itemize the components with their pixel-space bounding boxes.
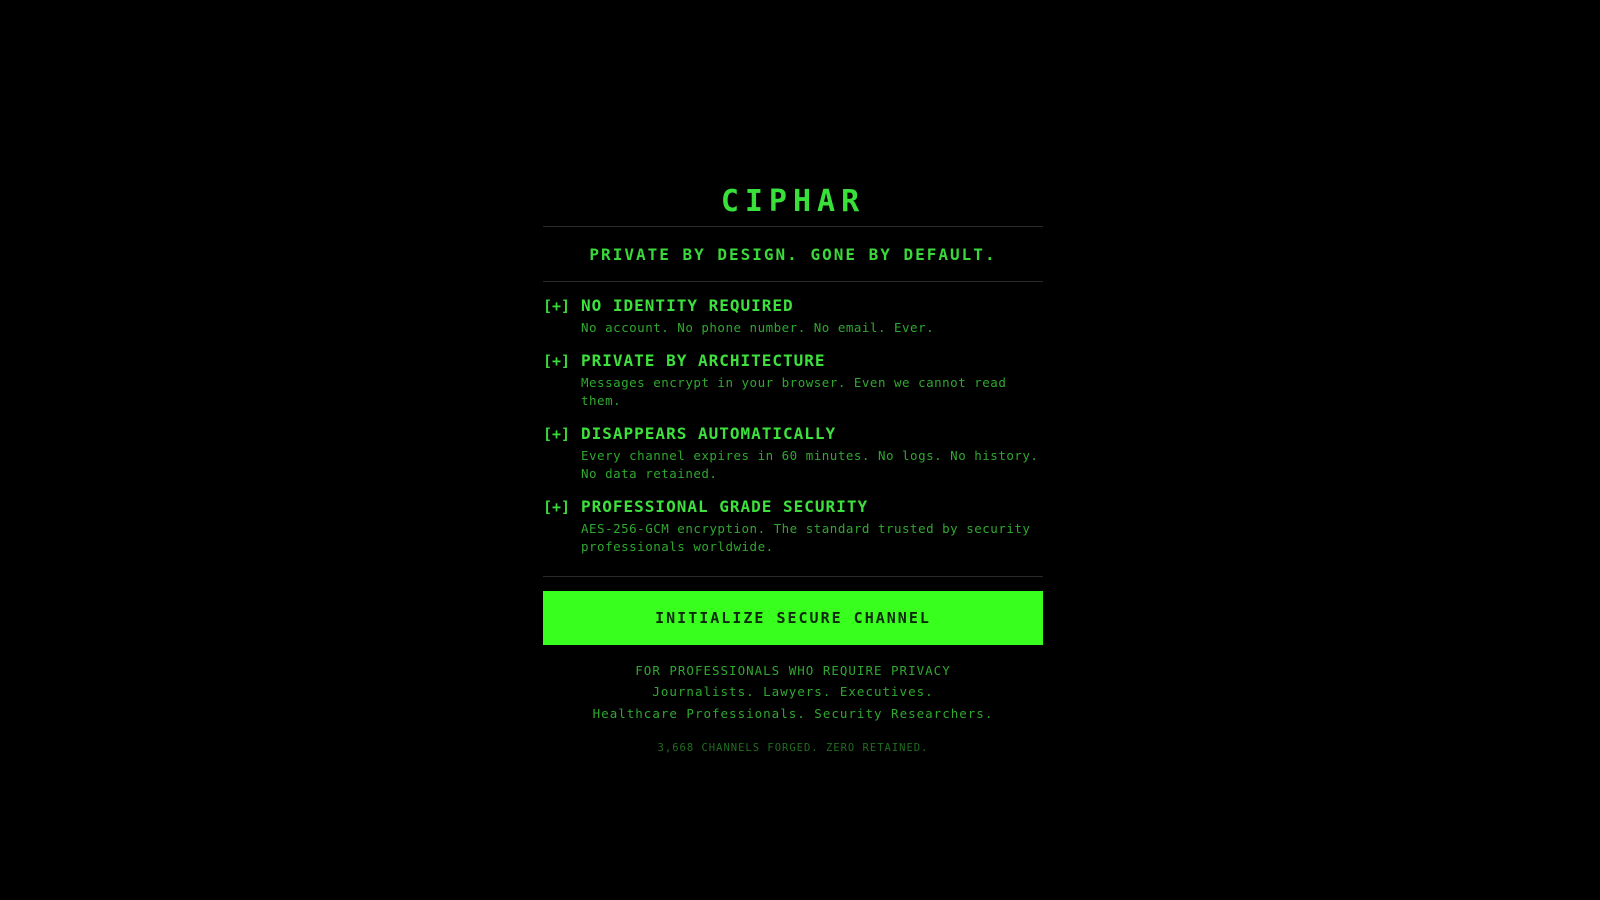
channel-stats: 3,668 CHANNELS FORGED. ZERO RETAINED.	[657, 742, 929, 754]
feature-item: [+] NO IDENTITY REQUIRED No account. No …	[543, 296, 1043, 337]
feature-item: [+] PRIVATE BY ARCHITECTURE Messages enc…	[543, 351, 1043, 410]
feature-item: [+] PROFESSIONAL GRADE SECURITY AES-256-…	[543, 497, 1043, 556]
brand-logo: CIPHAR	[720, 184, 866, 219]
footer: FOR PROFESSIONALS WHO REQUIRE PRIVACY Jo…	[543, 661, 1043, 756]
landing-card: CIPHAR PRIVATE BY DESIGN. GONE BY DEFAUL…	[543, 178, 1043, 756]
divider	[543, 576, 1043, 577]
plus-bullet-icon: [+]	[543, 352, 571, 370]
feature-title: DISAPPEARS AUTOMATICALLY	[581, 424, 837, 443]
tagline: PRIVATE BY DESIGN. GONE BY DEFAULT.	[589, 245, 997, 264]
audience-line: Healthcare Professionals. Security Resea…	[592, 706, 994, 721]
feature-description: AES-256-GCM encryption. The standard tru…	[581, 521, 1031, 554]
feature-title: PRIVATE BY ARCHITECTURE	[581, 351, 826, 370]
feature-item: [+] DISAPPEARS AUTOMATICALLY Every chann…	[543, 424, 1043, 483]
feature-title: NO IDENTITY REQUIRED	[581, 296, 794, 315]
plus-bullet-icon: [+]	[543, 425, 571, 443]
audience-line: Journalists. Lawyers. Executives.	[652, 684, 934, 699]
initialize-channel-button[interactable]: INITIALIZE SECURE CHANNEL	[543, 591, 1043, 645]
feature-description: Every channel expires in 60 minutes. No …	[581, 448, 1039, 481]
feature-description: No account. No phone number. No email. E…	[581, 320, 935, 335]
feature-list: [+] NO IDENTITY REQUIRED No account. No …	[543, 282, 1043, 576]
feature-description: Messages encrypt in your browser. Even w…	[581, 375, 1007, 408]
plus-bullet-icon: [+]	[543, 498, 571, 516]
feature-title: PROFESSIONAL GRADE SECURITY	[581, 497, 869, 516]
audience-heading: FOR PROFESSIONALS WHO REQUIRE PRIVACY	[635, 663, 951, 678]
plus-bullet-icon: [+]	[543, 297, 571, 315]
